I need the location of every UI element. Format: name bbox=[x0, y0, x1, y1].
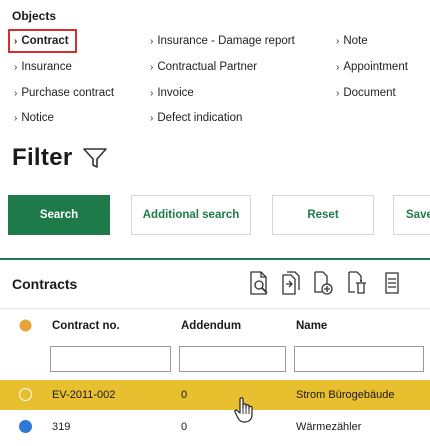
object-link-insurance[interactable]: › Insurance bbox=[14, 61, 72, 73]
object-link-document[interactable]: › Document bbox=[336, 87, 396, 99]
cell-addendum: 0 bbox=[181, 389, 188, 401]
object-link-label: Document bbox=[343, 87, 396, 99]
chevron-right-icon: › bbox=[336, 88, 340, 99]
object-link-contractual-partner[interactable]: › Contractual Partner bbox=[150, 61, 257, 73]
table-header-row: Contract no. Addendum Name bbox=[0, 308, 430, 340]
object-link-appointment[interactable]: › Appointment bbox=[336, 61, 408, 73]
addendum-filter-input[interactable] bbox=[179, 346, 286, 372]
add-document-icon[interactable] bbox=[312, 270, 334, 296]
hand-cursor-icon bbox=[234, 397, 253, 423]
object-link-defect-indication[interactable]: › Defect indication bbox=[150, 112, 242, 124]
column-header-name[interactable]: Name bbox=[296, 320, 327, 332]
chevron-right-icon: › bbox=[150, 113, 154, 124]
delete-document-icon[interactable] bbox=[346, 270, 368, 296]
status-indicator bbox=[19, 420, 32, 433]
chevron-right-icon: › bbox=[336, 36, 340, 47]
chevron-right-icon: › bbox=[336, 62, 340, 73]
copy-document-icon[interactable] bbox=[280, 270, 302, 296]
object-link-insurance-damage-report[interactable]: › Insurance - Damage report bbox=[150, 35, 295, 47]
object-link-contract[interactable]: › Contract bbox=[8, 29, 77, 53]
object-link-label: Contractual Partner bbox=[157, 61, 258, 73]
table-row[interactable]: EV-2011-002 0 Strom Bürogebäude bbox=[0, 380, 430, 410]
cell-name: Wärmezähler bbox=[296, 421, 362, 433]
search-button[interactable]: Search bbox=[8, 195, 110, 235]
name-filter-input[interactable] bbox=[294, 346, 424, 372]
object-link-label: Notice bbox=[21, 112, 54, 124]
chevron-right-icon: › bbox=[14, 88, 18, 99]
object-link-label: Purchase contract bbox=[21, 87, 115, 99]
object-link-note[interactable]: › Note bbox=[336, 35, 368, 47]
column-header-contract-no[interactable]: Contract no. bbox=[52, 320, 120, 332]
chevron-right-icon: › bbox=[150, 62, 154, 73]
object-link-label: Appointment bbox=[343, 61, 408, 73]
chevron-right-icon: › bbox=[14, 36, 18, 47]
additional-search-button[interactable]: Additional search bbox=[131, 195, 251, 235]
filter-heading: Filter bbox=[12, 144, 73, 171]
cell-contract-no: EV-2011-002 bbox=[52, 389, 116, 401]
table-row[interactable]: 319 0 Wärmezähler bbox=[0, 412, 430, 442]
chevron-right-icon: › bbox=[14, 113, 18, 124]
object-link-purchase-contract[interactable]: › Purchase contract bbox=[14, 87, 114, 99]
object-link-label: Contract bbox=[21, 35, 69, 47]
chevron-right-icon: › bbox=[150, 88, 154, 99]
cell-contract-no: 319 bbox=[52, 421, 71, 433]
funnel-icon[interactable] bbox=[82, 146, 108, 170]
chevron-right-icon: › bbox=[14, 62, 18, 73]
object-link-label: Defect indication bbox=[157, 112, 243, 124]
reset-button[interactable]: Reset bbox=[272, 195, 374, 235]
cell-name: Strom Bürogebäude bbox=[296, 389, 395, 401]
save-button[interactable]: Save bbox=[393, 195, 430, 235]
search-document-icon[interactable] bbox=[248, 270, 270, 296]
contract-no-filter-input[interactable] bbox=[50, 346, 171, 372]
objects-heading: Objects bbox=[12, 9, 57, 23]
cell-addendum: 0 bbox=[181, 421, 188, 433]
object-link-label: Note bbox=[343, 35, 368, 47]
object-link-invoice[interactable]: › Invoice bbox=[150, 87, 194, 99]
status-indicator bbox=[19, 388, 32, 401]
object-link-label: Invoice bbox=[157, 87, 194, 99]
object-link-label: Insurance bbox=[21, 61, 72, 73]
status-column-icon bbox=[19, 319, 32, 332]
contracts-heading: Contracts bbox=[12, 276, 78, 292]
column-header-addendum[interactable]: Addendum bbox=[181, 320, 241, 332]
object-link-label: Insurance - Damage report bbox=[157, 35, 295, 47]
list-document-icon[interactable] bbox=[384, 270, 400, 296]
chevron-right-icon: › bbox=[150, 36, 154, 47]
section-divider bbox=[0, 258, 430, 260]
object-link-notice[interactable]: › Notice bbox=[14, 112, 54, 124]
